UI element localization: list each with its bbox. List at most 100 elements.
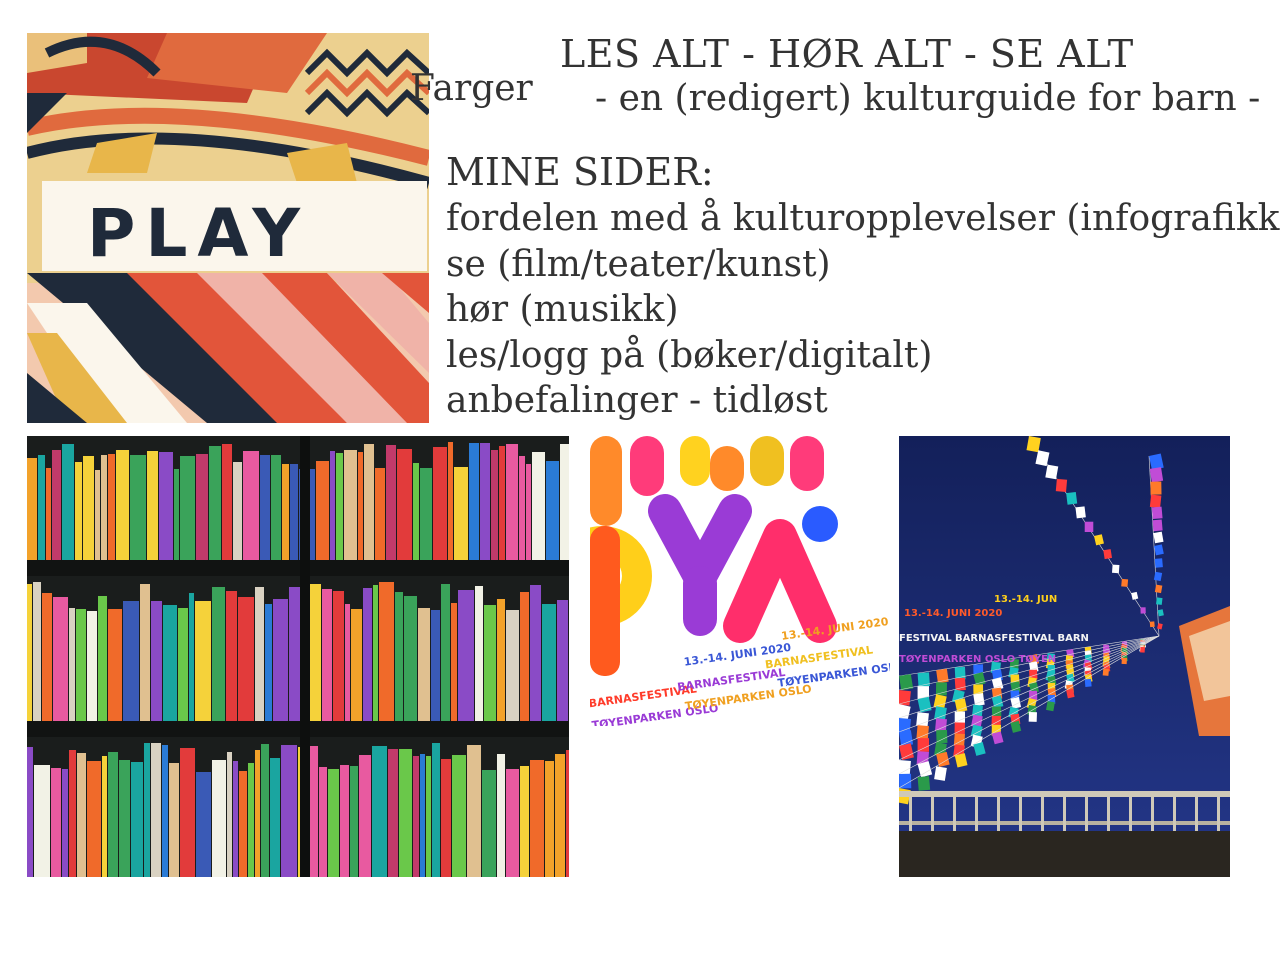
menu-item-infografikk[interactable]: fordelen med å kulturopplevelser (infogr… — [446, 196, 1280, 242]
book-spine — [140, 584, 150, 721]
book-spine — [76, 609, 86, 721]
book-spine — [159, 452, 173, 560]
railing-post — [1019, 791, 1022, 831]
book-spine — [560, 444, 569, 560]
railing-post — [975, 791, 978, 831]
book-spine — [546, 461, 559, 560]
book-spine — [506, 444, 518, 560]
bunting-flag — [1026, 436, 1041, 453]
festival-poster-graphic: 13.-14. JUNI 2020 13.-14. JUNI 2020 BARN… — [590, 436, 890, 726]
book-spine — [98, 596, 107, 721]
book-spine — [196, 454, 208, 560]
book-spine — [233, 761, 238, 877]
book-spine — [413, 463, 419, 560]
book-spine — [281, 745, 297, 877]
book-spine — [108, 454, 115, 560]
bunting-flag — [1102, 668, 1109, 676]
book-spine — [557, 600, 568, 721]
book-spine — [497, 599, 505, 721]
railing-post — [1129, 791, 1132, 831]
book-spine — [27, 584, 32, 721]
book-spine — [310, 584, 321, 721]
book-spine — [526, 464, 531, 560]
flags-date-top-b: 13.-14. JUN — [994, 594, 1057, 605]
book-spine — [373, 585, 378, 721]
book-spine — [95, 470, 100, 560]
book-spine — [189, 593, 194, 721]
railing-post — [1107, 791, 1110, 831]
bunting-flag — [1066, 491, 1078, 505]
book-spine — [46, 468, 51, 560]
menu-item-les[interactable]: les/logg på (bøker/digitalt) — [446, 333, 1280, 379]
book-spine — [388, 749, 398, 877]
book-spine — [222, 444, 232, 560]
book-spine — [330, 451, 335, 560]
book-spine — [260, 455, 270, 560]
book-spine — [333, 591, 344, 721]
book-spine — [162, 745, 168, 877]
bunting-flag — [1152, 519, 1163, 532]
bunting-flag — [1149, 621, 1155, 628]
bunting-flag — [1121, 657, 1127, 665]
menu-item-se[interactable]: se (film/teater/kunst) — [446, 242, 1280, 288]
book-spine — [282, 464, 289, 560]
book-spine — [469, 443, 479, 560]
book-spine — [75, 462, 82, 560]
page-subtitle: - en (redigert) kulturguide for barn - — [595, 78, 1261, 119]
book-spine — [144, 743, 150, 877]
book-spine — [261, 744, 269, 877]
book-spine — [336, 453, 343, 560]
book-spine — [359, 755, 371, 877]
menu-item-anbefalinger[interactable]: anbefalinger - tidløst — [446, 378, 1280, 424]
book-spine — [344, 450, 357, 560]
book-spine — [451, 603, 457, 721]
bunting-flag — [917, 776, 931, 791]
book-spine — [420, 468, 432, 560]
book-spine — [506, 769, 519, 877]
book-spine — [519, 456, 525, 560]
bunting-flag — [1150, 481, 1162, 495]
book-spine — [350, 766, 358, 877]
bunting-flag — [1149, 467, 1164, 483]
book-spine — [69, 750, 76, 877]
book-spine — [448, 442, 453, 560]
book-spine — [196, 772, 211, 877]
book-spine — [180, 748, 195, 877]
play-word: PLAY — [87, 195, 310, 272]
bookshelf-image — [27, 436, 569, 877]
book-spine — [340, 765, 349, 877]
book-spine — [454, 467, 468, 560]
book-spine — [248, 763, 254, 877]
railing-post — [953, 791, 956, 831]
bunting-flag — [1075, 506, 1086, 519]
book-spine — [123, 601, 139, 721]
bunting-flag — [1055, 478, 1068, 493]
book-spine — [432, 743, 440, 877]
book-spine — [322, 589, 332, 721]
book-spine — [116, 450, 129, 560]
book-spine — [265, 604, 272, 721]
book-spine — [520, 592, 529, 721]
bunting-flag — [1156, 597, 1163, 605]
book-spine — [418, 608, 430, 721]
railing-post — [1173, 791, 1176, 831]
menu-item-hor[interactable]: hør (musikk) — [446, 287, 1280, 333]
book-spine — [566, 750, 569, 877]
bookshelf-graphic — [27, 436, 569, 877]
book-spine — [27, 458, 37, 560]
book-spine — [426, 756, 431, 877]
bunting-flag — [1028, 712, 1037, 722]
book-spine — [358, 452, 363, 560]
book-spine — [316, 461, 329, 560]
railing-post — [1195, 791, 1198, 831]
bunting-flag — [1084, 521, 1094, 532]
bunting-flag — [1154, 584, 1163, 594]
book-spine — [33, 582, 41, 721]
book-spine — [212, 760, 226, 877]
mine-sider-list: fordelen med å kulturopplevelser (infogr… — [446, 196, 1280, 424]
book-spine — [375, 468, 385, 560]
bunting-flag — [1111, 564, 1120, 574]
book-spine — [178, 608, 188, 721]
book-spine — [499, 446, 505, 560]
book-spine — [431, 610, 440, 721]
